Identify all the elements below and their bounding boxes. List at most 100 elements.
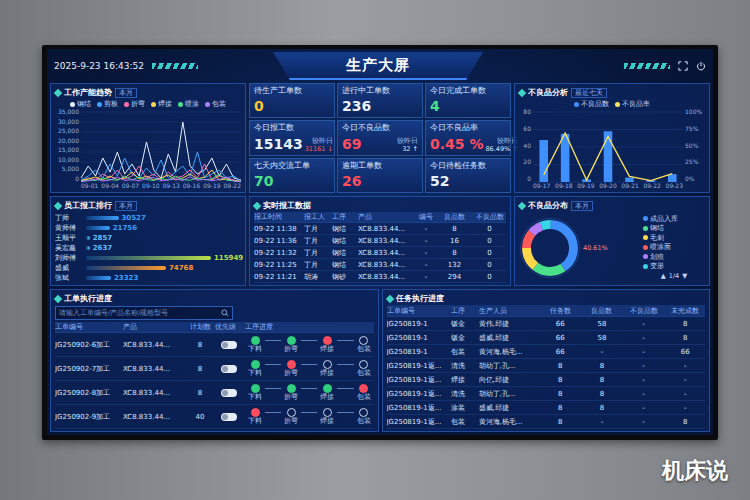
ranking-row: 盛威 74768 (55, 263, 241, 273)
y-tick: 15,000 (55, 147, 79, 153)
column-header: 产品 (123, 322, 185, 332)
header-stripes (152, 63, 198, 69)
panel-title: 实时报工数据 (254, 199, 506, 212)
table-cell: 8 (582, 404, 622, 412)
step-circle (287, 336, 296, 345)
priority-toggle[interactable] (221, 413, 237, 421)
table-cell: JG250819-1 (387, 320, 449, 328)
product-code: XC8.833.44... (123, 365, 185, 373)
kpi-value: 70 (254, 173, 273, 190)
table-cell: 黄河海,杨毛... (479, 417, 539, 427)
bar-chart: 806040200 09-1709-1809-1909-2009-2109-22… (519, 109, 705, 190)
priority-toggle[interactable] (221, 341, 237, 349)
table-cell: 向亿,邱捷 (479, 375, 539, 385)
search-icon[interactable] (221, 309, 229, 317)
table-cell: - (624, 362, 664, 370)
x-tick: 09-22 (643, 182, 660, 190)
panel-title-text: 员工报工排行 (64, 201, 112, 211)
process-step: 焊接 (317, 336, 337, 354)
order-progress-panel: 工单执行进度 请输入工单编号/产品名称/规格型号 工单编号产品计划数优先级工序进… (50, 289, 379, 432)
table-cell: 钣金 (451, 333, 477, 343)
column-header: 工单编号 (55, 322, 121, 332)
column-header: 生产人员 (479, 306, 539, 316)
panel-icon (54, 294, 62, 302)
column-header: 任务数 (541, 306, 581, 316)
x-tick: 09-10 (142, 182, 159, 190)
step-name: 包装 (357, 417, 371, 426)
order-row: JG250902-9加工 XC8.833.44... 40 下料 折弯 焊接 包… (55, 405, 374, 429)
table-header: 工单编号产品计划数优先级工序进度 (55, 322, 374, 333)
process-steps: 下料 折弯 焊接 包装 (245, 360, 374, 378)
panel-title-text: 任务执行进度 (396, 294, 444, 304)
table-cell: XC8.833.44... (358, 225, 414, 233)
panel-tag: 最近七天 (571, 88, 607, 98)
table-row: JG250819-1钣金黄伟,邱捷6658-8 (387, 317, 706, 331)
table-cell: JG250819-1返... (387, 375, 449, 385)
fullscreen-icon[interactable] (678, 61, 688, 71)
panel-title: 工作产能趋势 本月 (55, 86, 241, 99)
priority-toggle[interactable] (221, 365, 237, 373)
table-cell: 8 (438, 225, 471, 233)
panel-title-text: 不良品分布 (528, 201, 568, 211)
table-cell: - (665, 362, 705, 370)
column-header: 不良品数 (473, 212, 506, 222)
priority-toggle[interactable] (221, 389, 237, 397)
column-header: 优先级 (215, 322, 243, 332)
step-circle (287, 384, 296, 393)
ranking-bar: 115949 (86, 253, 241, 263)
step-connector (337, 388, 353, 389)
table-cell: - (416, 225, 436, 233)
kpi-card: 今日报工数 15143 较昨日 31161 ↓ (249, 120, 335, 155)
x-axis: 09-0109-0409-0709-1009-1309-1609-1909-22 (81, 182, 241, 190)
table-cell: JG250819-1返... (387, 389, 449, 399)
table-row: 09-22 11:38丁月钢结XC8.833.44...-80 (254, 223, 506, 235)
x-tick: 09-16 (183, 182, 200, 190)
search-field[interactable]: 请输入工单编号/产品名称/规格型号 (55, 306, 233, 320)
next-page-button[interactable]: ▼ (682, 272, 687, 281)
x-tick: 09-04 (101, 182, 118, 190)
employee-name: 黄师傅 (55, 223, 83, 233)
ranking-value: 23323 (114, 274, 138, 282)
donut-callout: 40.61% (583, 244, 608, 252)
table-row: JG250819-1返...涂装盛威,邱捷88-- (387, 401, 706, 415)
column-header: 未完成数 (665, 306, 705, 316)
kpi-label: 今日报工数 (254, 123, 330, 133)
process-step: 下料 (245, 336, 265, 354)
process-steps: 下料 折弯 焊接 包装 (245, 408, 374, 426)
prev-page-button[interactable]: ▲ (661, 272, 666, 281)
table-cell: 09-22 11:21 (254, 273, 302, 281)
plan-count: 40 (187, 413, 213, 421)
bar-plot (533, 112, 683, 182)
process-step: 焊接 (317, 360, 337, 378)
step-name: 折弯 (284, 393, 298, 402)
series-line (81, 174, 241, 182)
kpi-card: 待生产工单数 0 (249, 83, 335, 118)
step-circle (251, 408, 260, 417)
table-cell: 钢结 (332, 248, 356, 258)
kpi-grid: 待生产工单数 0 进行中工单数 236 今日完成工单数 4 今日报工数 1514… (249, 83, 511, 193)
capacity-panel: 工作产能趋势 本月 钢结剪板折弯焊接喷涂包装 35,00030,00025,00… (50, 83, 246, 193)
step-connector (265, 364, 281, 365)
table-cell: 09-22 11:25 (254, 261, 302, 269)
y-tick: 20 (519, 159, 531, 165)
legend-item: 焊接 (151, 100, 172, 109)
table-cell: 涂装 (451, 403, 477, 413)
column-header: 计划数 (187, 322, 213, 332)
kpi-label: 逾期工单数 (342, 161, 418, 171)
employee-name: 王顺平 (55, 233, 83, 243)
title-plate: 生产大屏 (273, 52, 483, 80)
order-row: JG250902-6加工 XC8.833.44... 8 下料 折弯 焊接 包装 (55, 333, 374, 357)
ranking-row: 丁师 30527 (55, 213, 241, 223)
table-cell: 胡涛 (304, 272, 330, 282)
column-header: 工单编号 (387, 306, 449, 316)
line-plot (81, 112, 241, 182)
donut-segment (527, 224, 574, 271)
ranking-bar: 2637 (86, 243, 241, 253)
x-tick: 09-19 (203, 182, 220, 190)
power-icon[interactable] (696, 61, 706, 71)
table-cell: - (624, 418, 664, 426)
step-name: 焊接 (320, 369, 334, 378)
panel-icon (385, 294, 393, 302)
process-step: 下料 (245, 384, 265, 402)
table-cell: 0 (473, 249, 506, 257)
